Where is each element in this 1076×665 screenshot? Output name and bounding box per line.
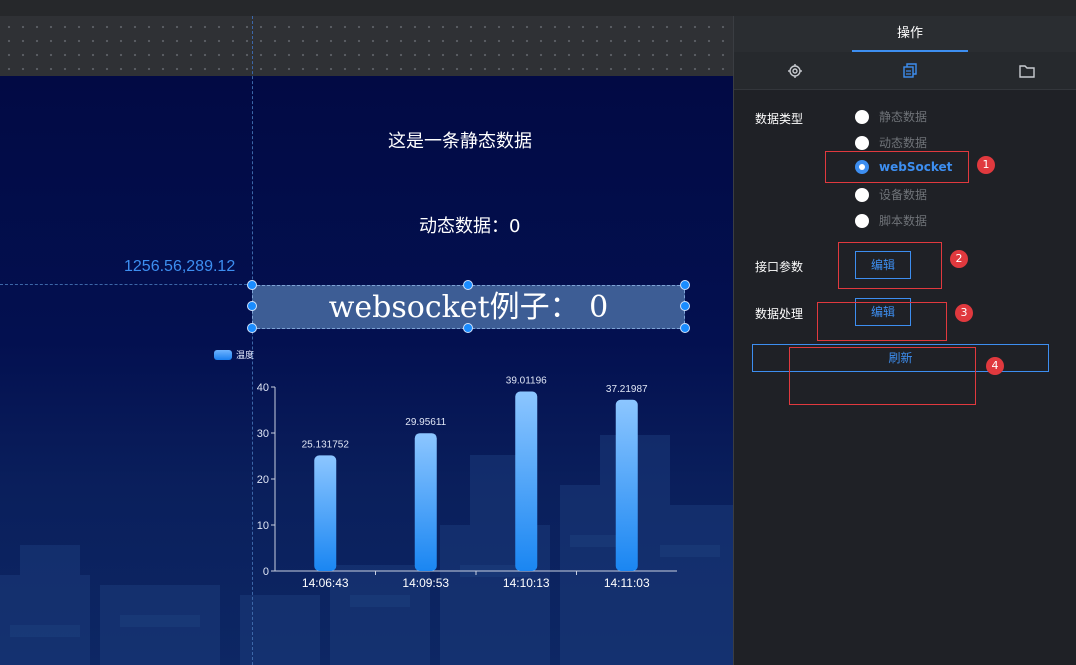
y-tick-label: 0 (263, 566, 269, 578)
data-processing-label: 数据处理 (755, 307, 804, 321)
dynamic-text-widget[interactable]: 动态数据：0 (419, 212, 520, 238)
copy-icon[interactable] (901, 62, 919, 80)
resize-handle-bottom[interactable] (463, 323, 473, 333)
x-tick-label: 14:09:53 (402, 576, 449, 590)
radio-dynamic-data[interactable]: 动态数据 (855, 134, 927, 151)
x-tick-label: 14:06:43 (302, 576, 349, 590)
data-label: 39.01196 (506, 376, 547, 387)
data-type-label: 数据类型 (755, 112, 804, 126)
chart-legend[interactable]: 温度 (214, 348, 254, 361)
radio-button[interactable] (855, 109, 869, 124)
resize-handle-bottom-left[interactable] (247, 323, 257, 333)
radio-static-data[interactable]: 静态数据 (855, 108, 927, 125)
radio-script-data[interactable]: 脚本数据 (855, 212, 927, 229)
canvas-ruler-dots (0, 16, 733, 76)
radio-device-data[interactable]: 设备数据 (855, 186, 927, 203)
data-label: 25.131752 (302, 439, 350, 450)
resize-handle-right[interactable] (680, 301, 690, 311)
legend-swatch (214, 349, 232, 360)
bar[interactable] (414, 433, 437, 571)
annotation-box-3 (817, 302, 947, 341)
radio-label: 静态数据 (879, 110, 928, 124)
gear-icon[interactable] (786, 62, 804, 80)
top-bar (0, 0, 1076, 16)
legend-label: 温度 (236, 351, 255, 361)
panel-tab-bar (734, 52, 1076, 90)
x-tick-label: 14:11:03 (604, 576, 650, 590)
data-label: 29.95611 (405, 417, 446, 428)
radio-label: 动态数据 (879, 136, 928, 150)
radio-button[interactable] (855, 187, 869, 202)
annotation-badge-2: 2 (950, 250, 968, 268)
annotation-badge-3: 3 (955, 304, 973, 322)
y-tick-label: 10 (257, 520, 269, 532)
interface-params-label: 接口参数 (755, 260, 804, 274)
radio-button[interactable] (855, 135, 869, 150)
annotation-box-4 (789, 347, 976, 405)
y-tick-label: 30 (257, 428, 269, 440)
radio-label: 设备数据 (879, 188, 928, 202)
alignment-guide-horizontal (0, 284, 252, 285)
data-label: 37.21987 (606, 384, 648, 395)
panel-title-tab[interactable]: 操作 (852, 16, 968, 52)
radio-label: 脚本数据 (879, 214, 928, 228)
bar[interactable] (515, 391, 538, 571)
resize-handle-top-right[interactable] (680, 280, 690, 290)
y-tick-label: 20 (257, 474, 269, 486)
bar[interactable] (615, 399, 638, 571)
annotation-badge-4: 4 (986, 357, 1004, 375)
resize-handle-top[interactable] (463, 280, 473, 290)
panel-header: 操作 (734, 16, 1076, 52)
annotation-box-1 (825, 151, 969, 183)
resize-handle-top-left[interactable] (247, 280, 257, 290)
annotation-badge-1: 1 (977, 156, 995, 174)
y-tick-label: 40 (257, 382, 269, 394)
resize-handle-left[interactable] (247, 301, 257, 311)
coordinate-readout: 1256.56,289.12 (124, 258, 236, 275)
radio-button[interactable] (855, 213, 869, 228)
resize-handle-bottom-right[interactable] (680, 323, 690, 333)
operation-panel: 操作 数据类型 静态数据 动态数据 webSocket 设备数据 脚本数据 接口… (733, 16, 1076, 665)
bar[interactable] (314, 455, 337, 571)
bar-chart[interactable]: 0 10 20 30 40 25.131752 14:06:43 29.95611 14:09:… (250, 375, 690, 595)
static-text-widget[interactable]: 这是一条静态数据 (388, 127, 532, 153)
x-tick-label: 14:10:13 (503, 576, 550, 590)
folder-icon[interactable] (1018, 62, 1036, 80)
annotation-box-2 (838, 242, 942, 289)
